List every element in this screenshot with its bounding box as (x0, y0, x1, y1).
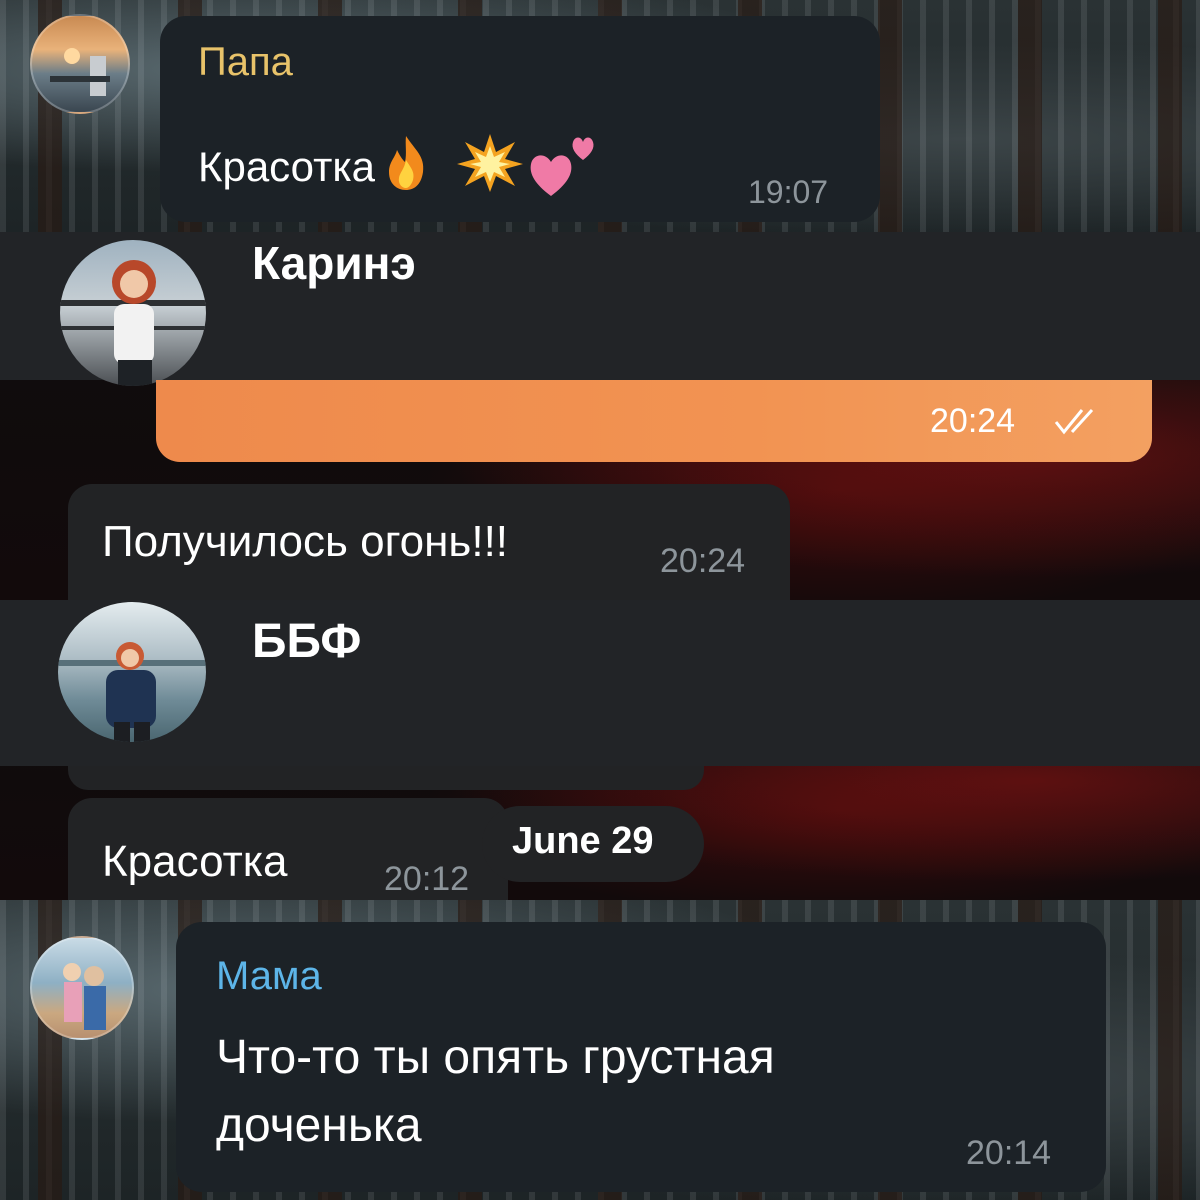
avatar-mama-photo (63, 963, 106, 1030)
message-text-bbf: Красотка (102, 837, 288, 886)
avatar-papa[interactable] (30, 14, 130, 114)
avatar-papa-photo (50, 48, 110, 96)
message-time-mama: 20:14 (966, 1134, 1052, 1172)
chat-header-bbf[interactable]: ББФ (0, 600, 1200, 766)
message-bubble-papa[interactable]: Папа Красотка 19:07 (160, 16, 880, 222)
sender-name-papa: Папа (198, 40, 293, 84)
avatar-mama[interactable] (30, 936, 134, 1040)
message-text-mama-line2: доченька (216, 1099, 422, 1152)
sender-name-mama: Мама (216, 954, 322, 998)
chat-title-karine: Каринэ (252, 237, 416, 289)
incoming-message-text: Получилось огонь!!! (102, 517, 509, 566)
chat-panel-karine: Каринэ 20:24 Получилось огонь!!! 20:24 (0, 232, 1200, 600)
message-time-bbf: 20:12 (384, 860, 470, 898)
chat-title-bbf: ББФ (252, 615, 362, 668)
date-chip-label: June 29 (512, 820, 654, 862)
avatar-karine-photo (60, 260, 206, 386)
incoming-message-time: 20:24 (660, 542, 746, 580)
collision-emoji-icon (455, 132, 525, 208)
previous-message-bubble-bbf[interactable] (68, 766, 704, 790)
chat-panel-papa: Папа Красотка 19:07 (0, 0, 1200, 232)
two-hearts-emoji-icon (525, 124, 603, 216)
chat-panel-bbf: ББФ Красотка 20:12 June 29 (0, 600, 1200, 900)
avatar-karine[interactable] (60, 240, 206, 386)
message-text-mama-line1: Что-то ты опять грустная (216, 1031, 775, 1084)
double-check-icon (1054, 406, 1102, 441)
message-text-papa: Красотка (198, 124, 603, 216)
avatar-bbf-photo (58, 642, 206, 742)
chat-panel-mama: Мама Что-то ты опять грустная доченька 2… (0, 900, 1200, 1200)
message-time-papa: 19:07 (748, 174, 829, 210)
outgoing-message-bubble[interactable]: 20:24 (156, 380, 1152, 462)
fire-emoji-icon (375, 132, 437, 208)
date-chip: June 29 (482, 806, 704, 882)
message-text: Красотка (198, 143, 375, 191)
chat-header-karine[interactable]: Каринэ (0, 232, 1200, 386)
outgoing-message-time: 20:24 (930, 402, 1016, 440)
message-bubble-bbf[interactable]: Красотка 20:12 (68, 798, 508, 900)
avatar-bbf[interactable] (58, 602, 206, 742)
incoming-message-bubble-karine[interactable]: Получилось огонь!!! 20:24 (68, 484, 790, 600)
message-bubble-mama[interactable]: Мама Что-то ты опять грустная доченька 2… (176, 922, 1106, 1192)
